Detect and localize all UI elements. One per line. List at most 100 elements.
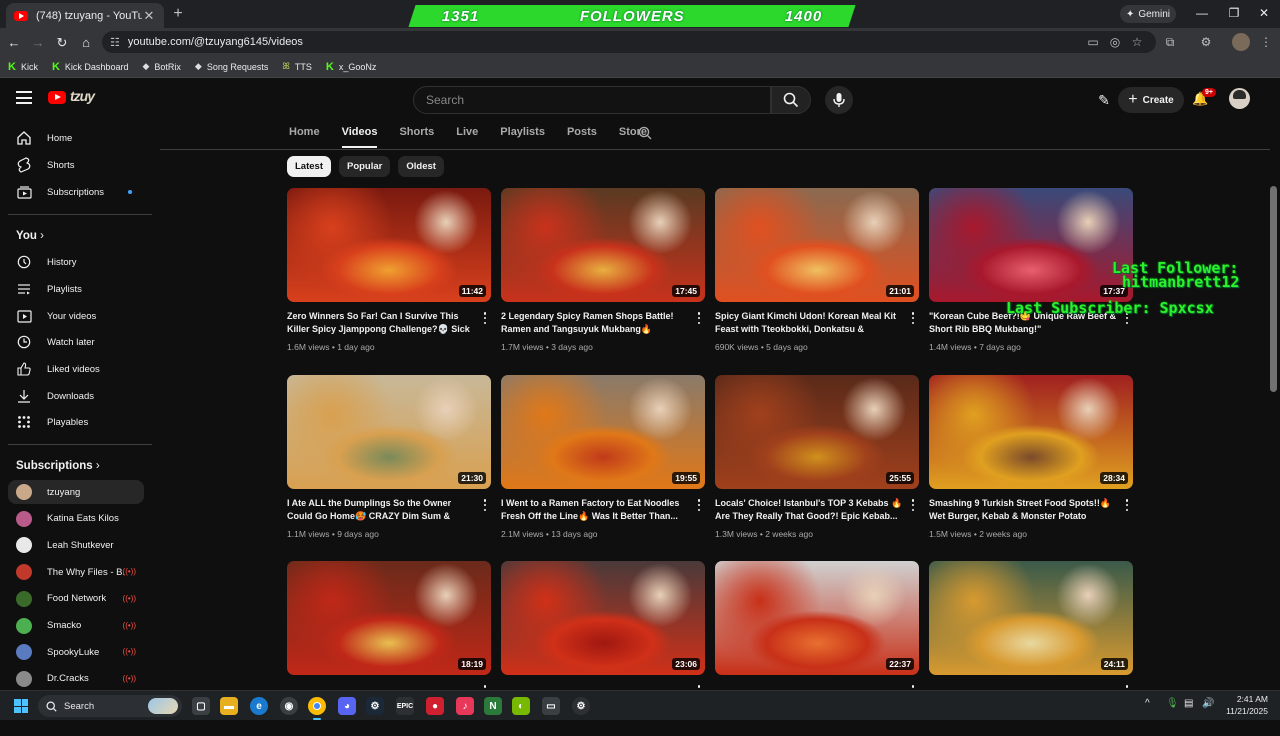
- tab-home[interactable]: Home: [289, 126, 320, 148]
- recorder-icon[interactable]: ●: [426, 697, 444, 715]
- subscription-item[interactable]: tzuyang: [8, 480, 144, 504]
- bookmark-botrix[interactable]: ◆ BotRix: [142, 61, 180, 72]
- microphone-tray-icon[interactable]: 🎙: [1166, 698, 1179, 709]
- video-thumbnail[interactable]: 18:19: [287, 561, 491, 675]
- account-avatar[interactable]: [1229, 88, 1250, 109]
- chip-latest[interactable]: Latest: [287, 156, 331, 177]
- video-card[interactable]: 17:37 "Korean Cube Beef?!😋 Unique Raw Bee…: [929, 188, 1133, 363]
- network-icon[interactable]: ▤: [1184, 698, 1193, 709]
- video-card[interactable]: 21:01 Spicy Giant Kimchi Udon! Korean Mea…: [715, 188, 919, 363]
- create-button[interactable]: + Create: [1118, 87, 1184, 113]
- video-thumbnail[interactable]: 21:01: [715, 188, 919, 302]
- tab-live[interactable]: Live: [456, 126, 478, 148]
- video-thumbnail[interactable]: 24:11: [929, 561, 1133, 675]
- subscriptions-section-header[interactable]: Subscriptions ›: [16, 460, 100, 472]
- channel-search-icon[interactable]: [638, 126, 652, 140]
- video-title[interactable]: I Ate ALL the Dumplings So the Owner Cou…: [287, 497, 475, 523]
- gemini-button[interactable]: ✦ Gemini: [1120, 5, 1176, 23]
- chrome-profile-avatar[interactable]: [1232, 33, 1250, 51]
- volume-icon[interactable]: 🔊: [1202, 698, 1214, 709]
- taskbar-clock[interactable]: 2:41 AM 11/21/2025: [1222, 693, 1268, 717]
- epic-games-icon[interactable]: EPIC: [396, 697, 414, 715]
- sidebar-item-downloads[interactable]: Downloads: [8, 384, 144, 408]
- edge-icon[interactable]: e: [250, 697, 268, 715]
- video-title[interactable]: 2 Legendary Spicy Ramen Shops Battle! Ra…: [501, 310, 689, 336]
- sidebar-item-your-videos[interactable]: Your videos: [8, 304, 144, 328]
- eye-slash-icon[interactable]: ◎: [1108, 35, 1122, 49]
- forward-icon[interactable]: →: [30, 35, 46, 50]
- minimize-button[interactable]: —: [1194, 6, 1210, 20]
- video-thumbnail[interactable]: 28:34: [929, 375, 1133, 489]
- video-thumbnail[interactable]: 22:37: [715, 561, 919, 675]
- ai-spark-icon[interactable]: ✎: [1096, 92, 1112, 108]
- windows-start-icon[interactable]: [14, 699, 28, 713]
- sidebar-item-playables[interactable]: Playables: [8, 410, 144, 434]
- video-card[interactable]: 11:42 Zero Winners So Far! Can I Survive …: [287, 188, 491, 363]
- app-window-icon[interactable]: ▭: [542, 697, 560, 715]
- subscription-item[interactable]: The Why Files - B... ((•)): [8, 560, 144, 584]
- music-icon[interactable]: ♪: [456, 697, 474, 715]
- video-thumbnail[interactable]: 17:37: [929, 188, 1133, 302]
- search-input[interactable]: [413, 86, 771, 114]
- video-title[interactable]: Locals' Choice! Istanbul's TOP 3 Kebabs …: [715, 497, 903, 523]
- tab-close-icon[interactable]: ✕: [142, 8, 156, 24]
- task-view-icon[interactable]: ▢: [192, 697, 210, 715]
- close-window-button[interactable]: ✕: [1256, 6, 1272, 20]
- tab-playlists[interactable]: Playlists: [500, 126, 545, 148]
- browser-tab-youtube[interactable]: (748) tzuyang - YouTube ✕: [6, 3, 164, 28]
- sidebar-item-subscriptions[interactable]: Subscriptions: [8, 180, 144, 204]
- site-info-icon[interactable]: ☷: [110, 36, 120, 49]
- video-title[interactable]: Spicy Giant Kimchi Udon! Korean Meal Kit…: [715, 310, 903, 336]
- video-title[interactable]: Smashing 9 Turkish Street Food Spots!!🔥 …: [929, 497, 1117, 523]
- video-thumbnail[interactable]: 21:30: [287, 375, 491, 489]
- video-thumbnail[interactable]: 17:45: [501, 188, 705, 302]
- youtube-logo-icon[interactable]: [48, 91, 66, 104]
- sidebar-item-playlists[interactable]: Playlists: [8, 277, 144, 301]
- video-card[interactable]: 25:55 Locals' Choice! Istanbul's TOP 3 Ke…: [715, 375, 919, 550]
- sidebar-item-home[interactable]: Home: [8, 126, 144, 150]
- subscription-item[interactable]: Leah Shutkever: [8, 533, 144, 557]
- more-options-icon[interactable]: [482, 499, 488, 511]
- settings-gear-icon[interactable]: ⚙: [572, 697, 590, 715]
- video-thumbnail[interactable]: 23:06: [501, 561, 705, 675]
- address-bar[interactable]: ☷ youtube.com/@tzuyang6145/videos ▭ ◎ ☆: [102, 31, 1156, 53]
- home-icon[interactable]: ⌂: [78, 35, 94, 50]
- reload-icon[interactable]: ↻: [54, 35, 70, 51]
- subscription-item[interactable]: Smacko ((•)): [8, 614, 144, 638]
- subscription-item[interactable]: SpookyLuke ((•)): [8, 640, 144, 664]
- search-button[interactable]: [771, 86, 811, 114]
- cast-icon[interactable]: ▭: [1086, 35, 1100, 49]
- more-options-icon[interactable]: [910, 312, 916, 324]
- video-card[interactable]: 19:55 I Went to a Ramen Factory to Eat No…: [501, 375, 705, 550]
- voice-search-button[interactable]: [825, 86, 853, 114]
- obs-icon[interactable]: ◉: [280, 697, 298, 715]
- new-tab-button[interactable]: +: [170, 5, 186, 23]
- extensions-icon[interactable]: ⧉: [1162, 35, 1178, 50]
- sidebar-item-liked-videos[interactable]: Liked videos: [8, 357, 144, 381]
- you-section-header[interactable]: You ›: [16, 230, 44, 242]
- subscription-item[interactable]: Katina Eats Kilos: [8, 507, 144, 531]
- tray-chevron-up-icon[interactable]: ^: [1145, 698, 1150, 709]
- more-options-icon[interactable]: [696, 499, 702, 511]
- bookmark-kick-dashboard[interactable]: K Kick Dashboard: [52, 61, 129, 73]
- video-card[interactable]: 28:34 Smashing 9 Turkish Street Food Spot…: [929, 375, 1133, 550]
- streamer-bot-icon[interactable]: N: [484, 697, 502, 715]
- sidebar-item-shorts[interactable]: Shorts: [8, 153, 144, 177]
- video-card[interactable]: 17:45 2 Legendary Spicy Ramen Shops Battl…: [501, 188, 705, 363]
- steam-icon[interactable]: ⚙: [366, 697, 384, 715]
- side-panel-icon[interactable]: ⚙: [1198, 35, 1214, 49]
- chrome-menu-icon[interactable]: ⋮: [1258, 35, 1274, 49]
- more-options-icon[interactable]: [910, 499, 916, 511]
- sidebar-item-watch-later[interactable]: Watch later: [8, 330, 144, 354]
- bookmark-tts[interactable]: ꕤ TTS: [282, 61, 312, 72]
- back-icon[interactable]: ←: [6, 35, 22, 50]
- video-title[interactable]: I Went to a Ramen Factory to Eat Noodles…: [501, 497, 689, 523]
- page-scrollbar[interactable]: [1270, 186, 1277, 392]
- chrome-icon[interactable]: [308, 697, 326, 720]
- subscription-item[interactable]: Dr.Cracks ((•)): [8, 667, 144, 691]
- bookmark-star-icon[interactable]: ☆: [1130, 35, 1144, 49]
- video-thumbnail[interactable]: 11:42: [287, 188, 491, 302]
- chip-popular[interactable]: Popular: [338, 156, 391, 177]
- more-options-icon[interactable]: [1124, 499, 1130, 511]
- taskbar-search[interactable]: Search: [38, 695, 182, 717]
